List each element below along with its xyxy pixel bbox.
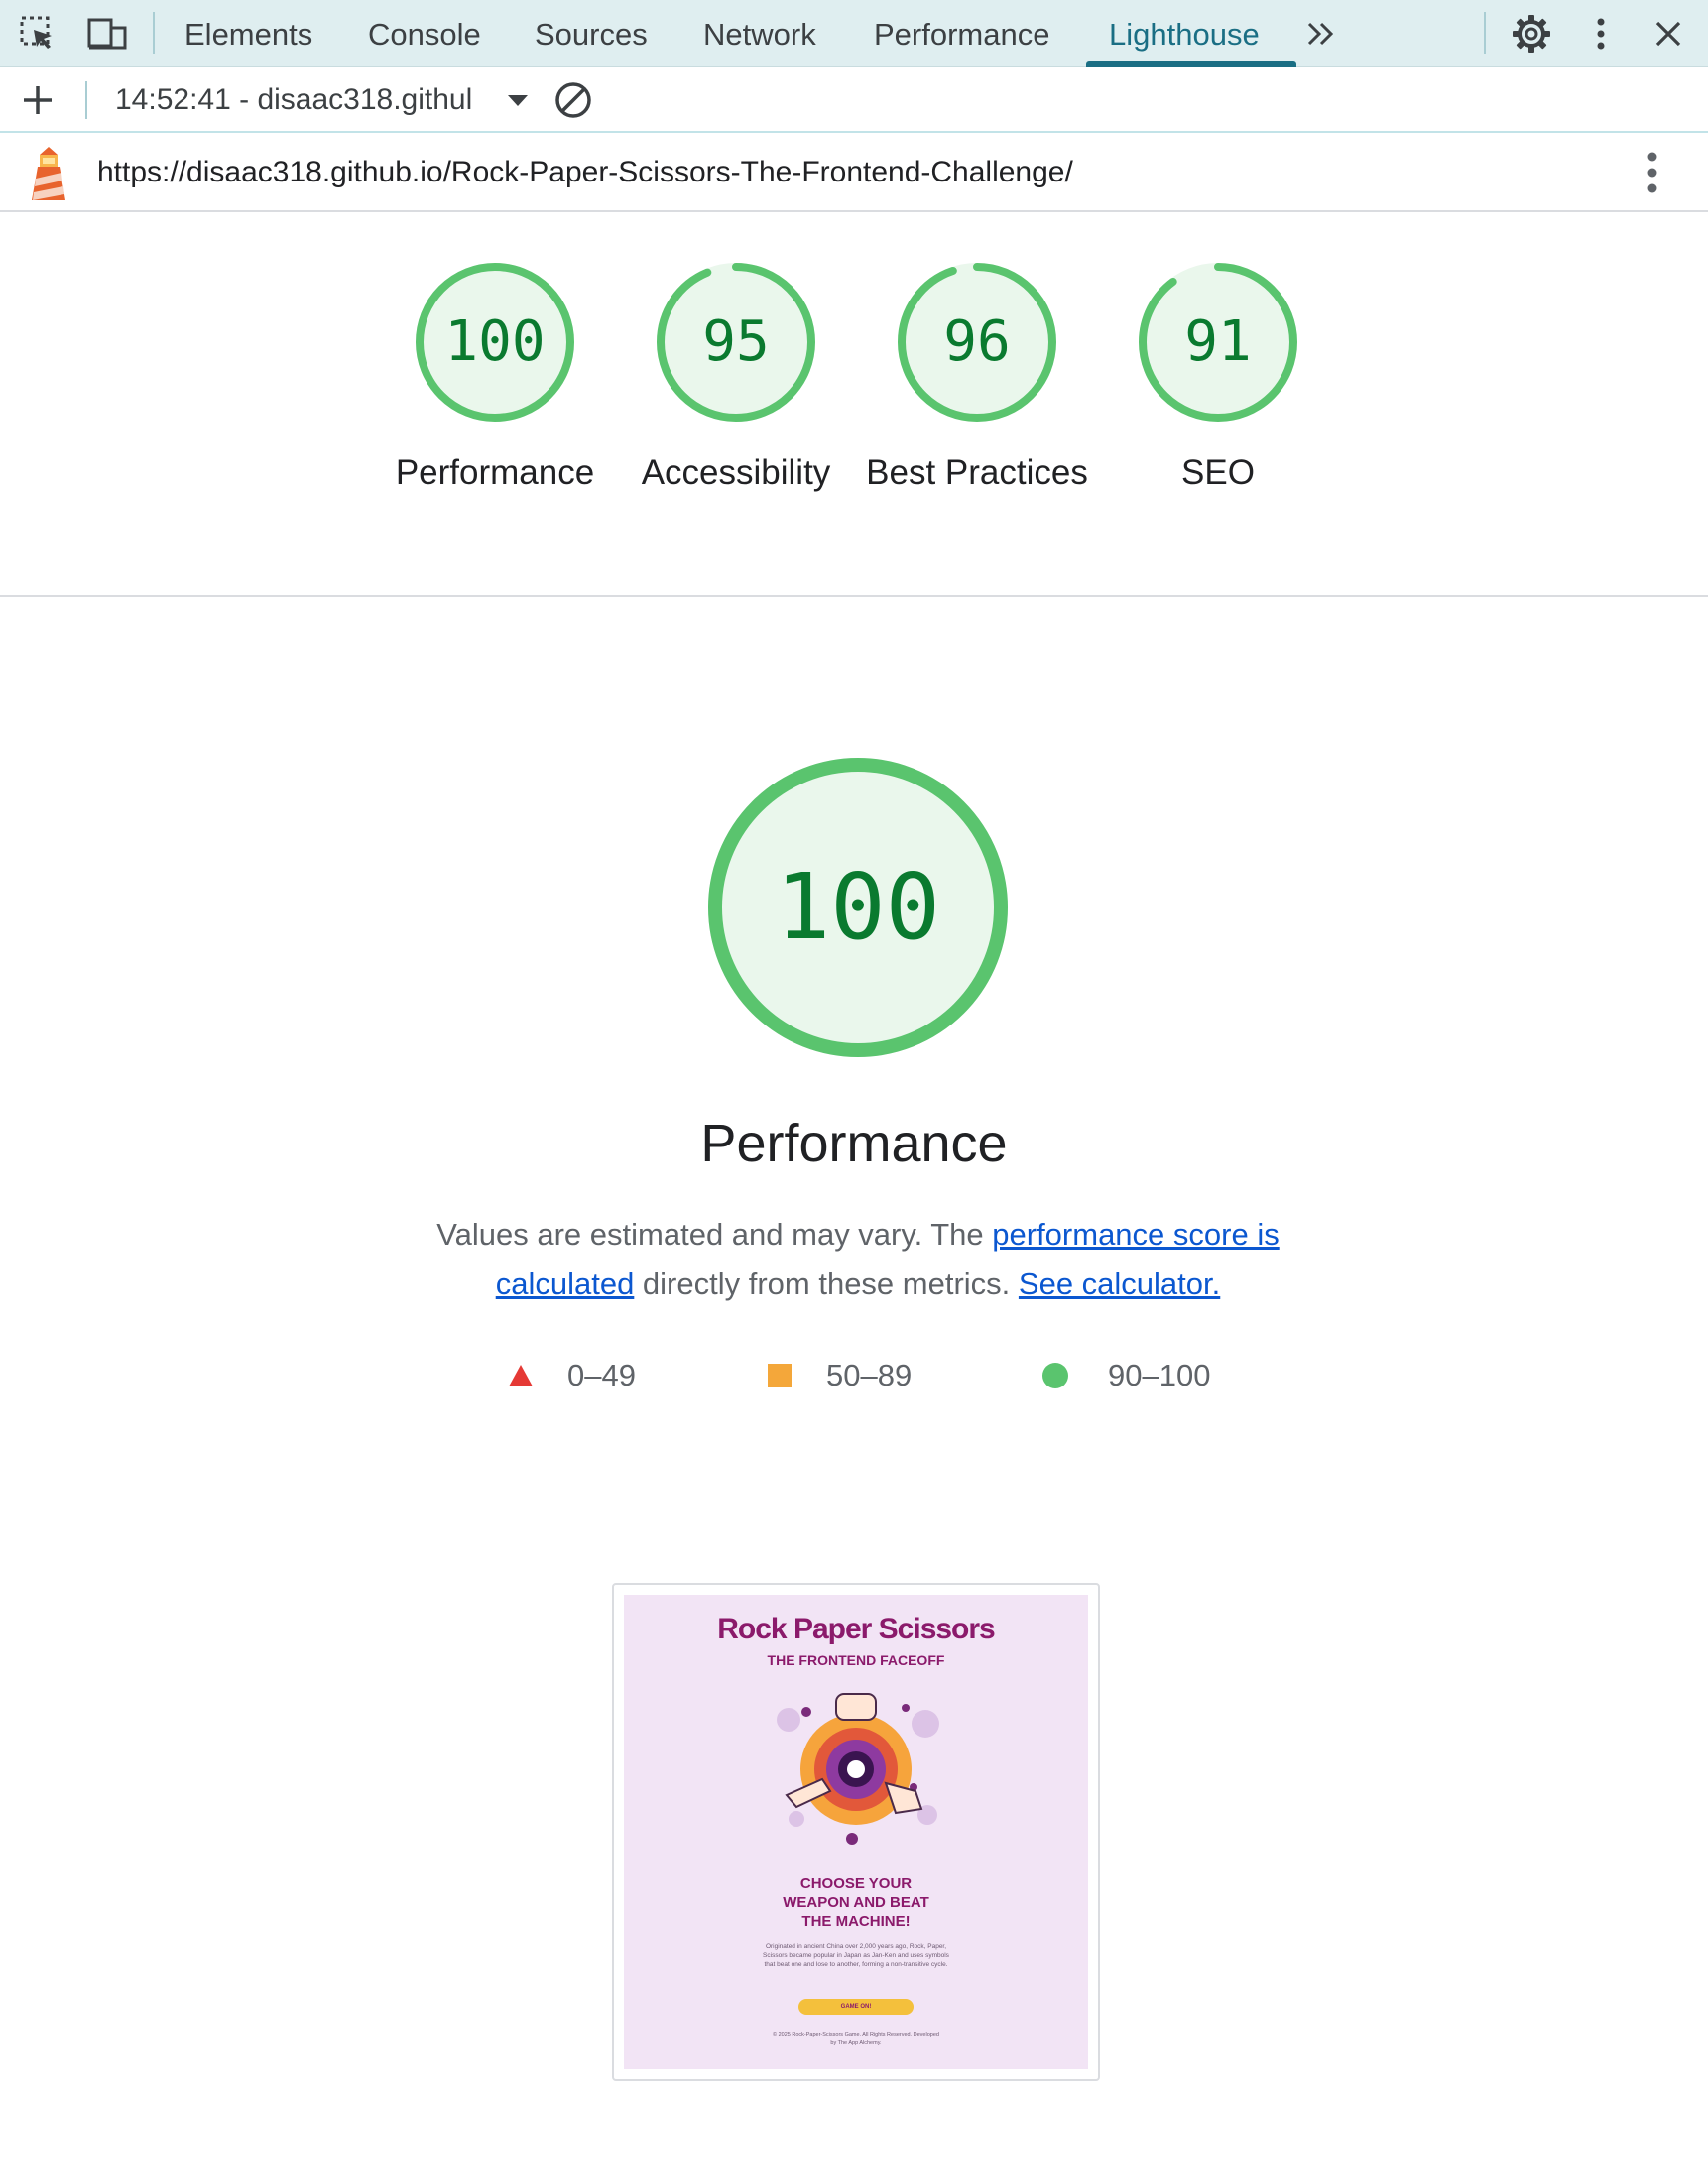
inspect-element-icon[interactable] [16,12,60,56]
thumb-headline-line: CHOOSE YOUR [799,1875,913,1892]
legend-label: 0–49 [567,1358,636,1392]
thumb-body: Originated in ancient China over 2,000 y… [763,1943,949,1968]
description-text: directly from these metrics. [634,1266,1019,1301]
device-toolbar-icon[interactable] [85,12,129,56]
toolbar-separator [153,12,155,54]
report-url[interactable]: https://disaac318.github.io/Rock-Paper-S… [97,133,1073,212]
report-selector-value: 14:52:41 - disaac318.githul [115,83,473,116]
report-selector[interactable]: 14:52:41 - disaac318.githul [115,67,472,133]
thumb-headline-line: WEAPON AND BEAT [783,1894,929,1911]
legend-pass: 90–100 [1040,1351,1210,1400]
performance-description: Values are estimated and may vary. The p… [397,1210,1319,1309]
triangle-icon [509,1365,533,1386]
close-icon[interactable] [1647,12,1690,56]
tab-network[interactable]: Network [703,0,816,67]
game-illustration [777,1693,939,1845]
chevron-double-right-icon[interactable] [1299,12,1343,56]
gear-icon[interactable] [1510,12,1553,56]
score-label: Accessibility [641,453,831,492]
score-label: Performance [395,453,595,492]
score-gauge-performance[interactable]: 100 [413,260,577,424]
thumb-headline: CHOOSE YOUR WEAPON AND BEAT THE MACHINE! [624,1874,1088,1931]
tab-lighthouse[interactable]: Lighthouse [1109,0,1260,67]
score-label: SEO [1181,453,1255,492]
tab-elements[interactable]: Elements [184,0,312,67]
score-value: 91 [1184,309,1252,374]
devtools-tabbar: Elements Console Sources Network Perform… [0,0,1708,67]
block-icon[interactable] [551,78,595,122]
description-text: Values are estimated and may vary. The [436,1217,993,1252]
score-value: 95 [702,309,770,374]
screenshot-image: Rock Paper Scissors THE FRONTEND FACEOFF [624,1595,1088,2069]
tab-sources[interactable]: Sources [535,0,648,67]
legend-label: 50–89 [826,1358,913,1392]
thumb-game-on-button: GAME ON! [798,1999,914,2015]
score-gauge-seo[interactable]: 91 [1136,260,1300,424]
tab-performance[interactable]: Performance [874,0,1049,67]
legend-fail: 0–49 [506,1351,636,1400]
thumb-footer: © 2025 Rock-Paper-Scissors Game. All Rig… [773,2032,939,2046]
tab-console[interactable]: Console [368,0,481,67]
thumb-headline-line: THE MACHINE! [801,1913,911,1930]
score-value: 96 [943,309,1011,374]
score-label: Best Practices [866,453,1088,492]
lighthouse-report-bar: 14:52:41 - disaac318.githul [0,67,1708,133]
more-vertical-icon[interactable] [1631,151,1674,194]
chevron-down-icon[interactable] [496,78,540,122]
performance-gauge: 100 [704,754,1012,1061]
final-screenshot[interactable]: Rock Paper Scissors THE FRONTEND FACEOFF [612,1583,1100,2081]
see-calculator-link[interactable]: See calculator. [1019,1266,1220,1301]
performance-title: Performance [700,1114,1008,1173]
more-vertical-icon[interactable] [1579,12,1623,56]
section-divider [0,595,1708,597]
report-url-bar: https://disaac318.github.io/Rock-Paper-S… [0,133,1708,212]
legend-label: 90–100 [1108,1358,1211,1392]
thumb-subtitle: THE FRONTEND FACEOFF [767,1652,945,1668]
score-value: 100 [444,309,546,374]
plus-icon[interactable] [16,78,60,122]
thumb-title: Rock Paper Scissors [717,1613,996,1645]
lighthouse-icon [26,145,71,202]
performance-score: 100 [775,854,941,960]
circle-icon [1042,1363,1068,1388]
legend-average: 50–89 [765,1351,912,1400]
toolbar-separator [1484,12,1486,54]
score-gauge-best-practices[interactable]: 96 [895,260,1059,424]
square-icon [768,1364,792,1387]
toolbar-separator [85,81,87,119]
score-gauge-accessibility[interactable]: 95 [654,260,818,424]
